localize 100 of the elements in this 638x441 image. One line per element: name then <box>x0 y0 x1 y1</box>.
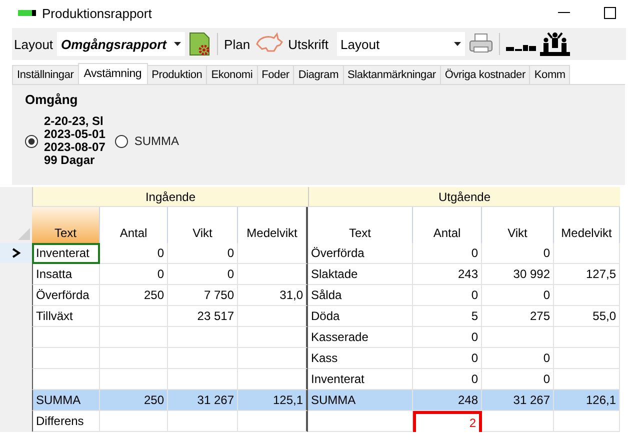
table-cell: 0 <box>413 285 482 306</box>
table-cell: 0 <box>100 264 168 285</box>
table-cell <box>100 306 168 327</box>
caret-icon <box>454 42 461 46</box>
table-cell: 125,1 <box>238 390 308 411</box>
table-cell: SUMMA <box>308 390 413 411</box>
table-cell <box>554 369 620 390</box>
table-cell: Inventerat <box>32 243 100 264</box>
table-cell: Differens <box>32 411 100 432</box>
table-cell: Överförda <box>308 243 413 264</box>
row-header[interactable] <box>0 243 32 264</box>
table-cell <box>554 285 620 306</box>
table-cell <box>554 411 620 432</box>
app-icon <box>18 10 36 16</box>
table-cell: 0 <box>482 348 554 369</box>
table-cell <box>238 243 308 264</box>
print-label: Utskrift <box>288 36 329 52</box>
table-cell: Döda <box>308 306 413 327</box>
table-cell: 250 <box>100 285 168 306</box>
table-cell <box>554 348 620 369</box>
table-cell: Överförda <box>32 285 100 306</box>
table-cell <box>554 327 620 348</box>
select-all-icon[interactable] <box>18 228 30 240</box>
table-cell <box>168 348 238 369</box>
table-cell <box>238 264 308 285</box>
window-title: Produktionsrapport <box>42 6 153 20</box>
table-cell: 243 <box>413 264 482 285</box>
table-cell: 5 <box>413 306 482 327</box>
tab[interactable]: Slaktanmärkningar <box>342 65 441 84</box>
radio-button[interactable] <box>25 134 38 148</box>
document-gear-icon[interactable] <box>189 32 212 56</box>
tab[interactable]: Foder <box>256 65 294 84</box>
table-cell: 0 <box>413 348 482 369</box>
table-cell <box>168 411 238 432</box>
tab[interactable]: Övriga kostnader <box>440 65 530 84</box>
table-cell: 250 <box>100 390 168 411</box>
report-dropdown[interactable]: Omgångsrapport <box>57 32 186 56</box>
radio-label: 2-20-23, Sl 2023-05-01 2023-08-07 99 Dagar <box>44 115 106 167</box>
tab[interactable]: Produktion <box>146 65 208 84</box>
table-cell: 0 <box>168 264 238 285</box>
section-title: Omgång <box>25 92 79 107</box>
table-cell <box>238 369 308 390</box>
table-cell: 7 750 <box>168 285 238 306</box>
group-header: Ingående <box>32 187 308 207</box>
table-cell <box>238 306 308 327</box>
table-cell <box>32 348 100 369</box>
table-cell: 126,1 <box>554 390 620 411</box>
tab[interactable]: Ekonomi <box>206 65 258 84</box>
table-cell <box>482 327 554 348</box>
table-cell: SUMMA <box>32 390 100 411</box>
layout-label: Layout <box>14 36 54 52</box>
table-cell: Tillväxt <box>32 306 100 327</box>
tab[interactable]: Inställningar <box>12 65 79 84</box>
table-cell: 0 <box>413 369 482 390</box>
table-cell <box>238 327 308 348</box>
minimize-icon[interactable] <box>558 12 570 14</box>
table-cell: Slaktade <box>308 264 413 285</box>
table-cell: 31 267 <box>168 390 238 411</box>
table-cell: 30 992 <box>482 264 554 285</box>
table-cell: 0 <box>168 243 238 264</box>
tab[interactable]: Komm <box>529 65 570 84</box>
caret-icon <box>174 42 182 46</box>
tab[interactable]: Diagram <box>293 65 344 84</box>
table-cell <box>32 369 100 390</box>
table-cell: 31 267 <box>482 390 554 411</box>
table-cell: Sålda <box>308 285 413 306</box>
table-cell <box>100 348 168 369</box>
group-header: Utgående <box>308 187 620 207</box>
printer-icon[interactable] <box>468 33 493 55</box>
table-cell: 127,5 <box>554 264 620 285</box>
table-cell: 0 <box>482 243 554 264</box>
table-cell: 248 <box>413 390 482 411</box>
table-cell: Insatta <box>32 264 100 285</box>
people-podium-icon[interactable] <box>540 32 570 56</box>
table-cell: 0 <box>482 285 554 306</box>
table-cell <box>100 411 168 432</box>
table-cell: 31,0 <box>238 285 308 306</box>
table-cell <box>168 327 238 348</box>
table-cell <box>238 348 308 369</box>
plan-label: Plan <box>224 36 250 52</box>
table-cell: Kasserade <box>308 327 413 348</box>
current-row-icon <box>12 248 20 258</box>
table-cell: Inventerat <box>308 369 413 390</box>
table-cell <box>554 243 620 264</box>
column-header[interactable]: Text <box>32 207 100 243</box>
radio-button[interactable] <box>115 134 128 148</box>
radio-label: SUMMA <box>134 134 180 148</box>
print-layout-dropdown[interactable]: Layout <box>336 32 465 56</box>
maximize-icon[interactable] <box>604 7 616 19</box>
table-cell: 275 <box>482 306 554 327</box>
table-cell <box>100 327 168 348</box>
table-cell <box>482 411 554 432</box>
table-cell: 0 <box>413 243 482 264</box>
table-cell: 2 <box>413 411 482 432</box>
table-cell: Kass <box>308 348 413 369</box>
table-cell: 23 517 <box>168 306 238 327</box>
table-cell <box>168 369 238 390</box>
table-cell: 55,0 <box>554 306 620 327</box>
table-cell <box>100 369 168 390</box>
table-cell: 0 <box>100 243 168 264</box>
